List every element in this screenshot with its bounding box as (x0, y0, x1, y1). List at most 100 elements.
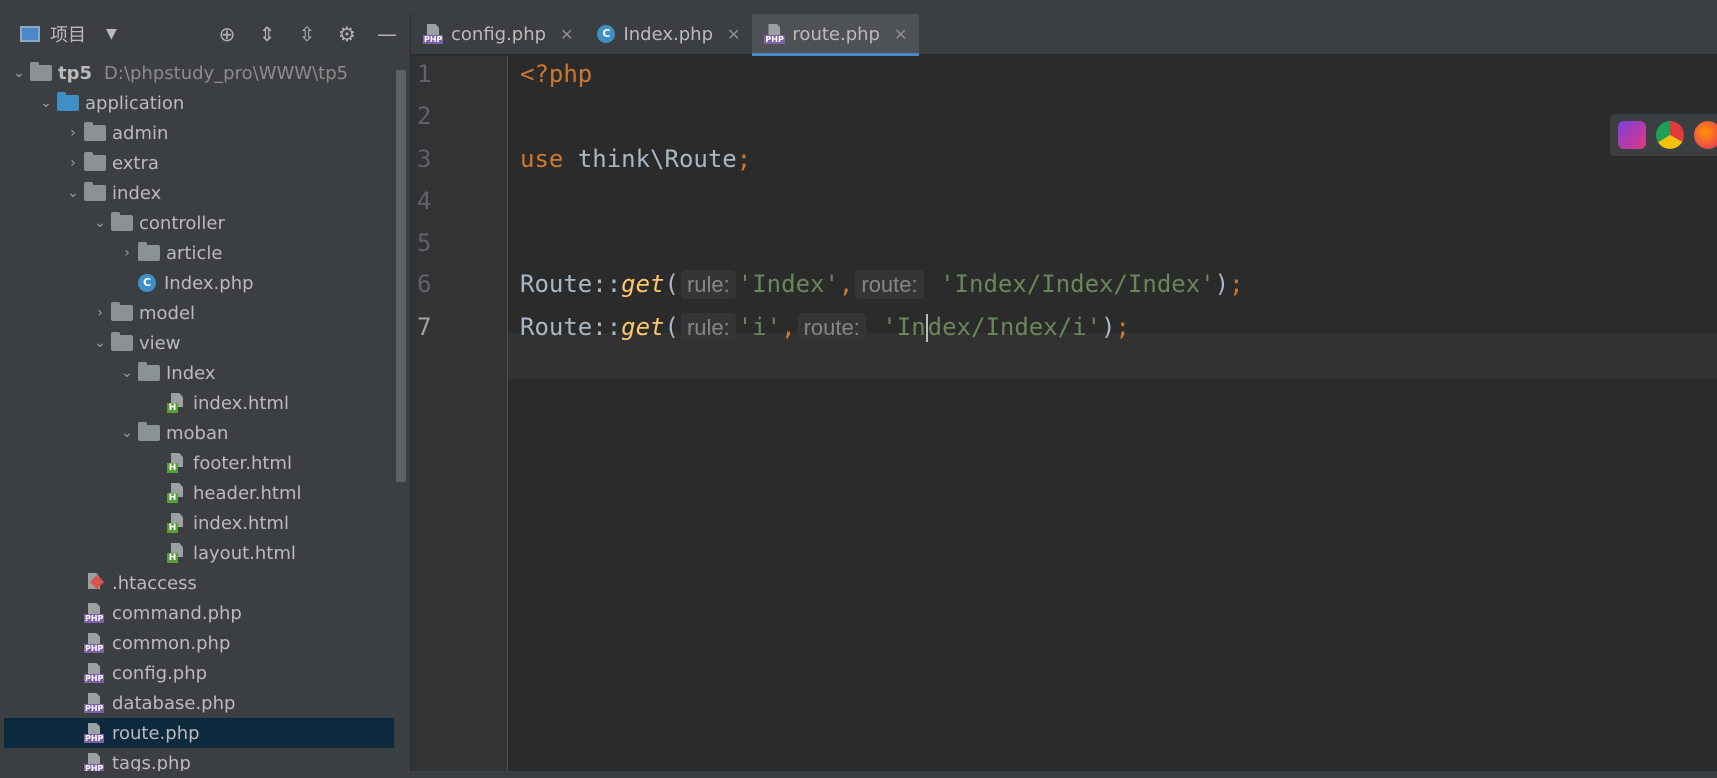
line-number[interactable]: 6 (417, 270, 443, 298)
php-file-icon (84, 723, 106, 743)
tree-item[interactable]: › model (4, 298, 394, 328)
code-line-6[interactable]: Route::get(rule: 'Index', route: 'Index/In… (520, 270, 1244, 299)
tree-item[interactable]: › extra (4, 148, 394, 178)
use-keyword: use (520, 145, 564, 173)
tree-item[interactable]: ⌄ application (4, 88, 394, 118)
gear-icon[interactable]: ⚙ (334, 22, 360, 46)
php-file-icon (84, 603, 106, 623)
chevron-down-icon[interactable]: ⌄ (62, 185, 84, 201)
tree-item-label: database.php (112, 692, 236, 714)
locate-icon[interactable]: ⊕ (214, 22, 240, 46)
chevron-right-icon[interactable]: › (62, 155, 84, 171)
line-number[interactable]: 4 (417, 187, 443, 215)
chevron-right-icon[interactable]: › (89, 305, 111, 321)
close-icon[interactable]: ✕ (560, 25, 573, 44)
editor-tab[interactable]: route.php ✕ (752, 14, 920, 56)
tree-item[interactable]: config.php (4, 658, 394, 688)
tree-item-label: .htaccess (112, 572, 197, 594)
string-arg: 'i' (737, 313, 782, 341)
editor-tab[interactable]: config.php ✕ (411, 14, 585, 54)
line-number[interactable]: 1 (417, 60, 443, 88)
chevron-right-icon[interactable]: › (116, 245, 138, 261)
semicolon: ; (1115, 313, 1130, 341)
line-number[interactable]: 7 (417, 313, 443, 341)
tree-item[interactable]: .htaccess (4, 568, 394, 598)
folder-icon (138, 422, 160, 441)
tree-item[interactable]: ⌄ Index (4, 358, 394, 388)
tree-item[interactable]: ⌄ view (4, 328, 394, 358)
chevron-down-icon[interactable]: ⌄ (8, 65, 30, 81)
folder-icon (84, 152, 106, 171)
project-icon (20, 26, 40, 42)
phpstorm-icon[interactable] (1618, 121, 1646, 149)
tree-item[interactable]: C Index.php (4, 268, 394, 298)
chevron-down-icon[interactable]: ⌄ (35, 95, 57, 111)
tree-item-label: footer.html (193, 452, 292, 474)
html-file-icon (165, 513, 187, 533)
line-number[interactable]: 3 (417, 145, 443, 173)
method-name: get (621, 313, 665, 341)
tree-item[interactable]: footer.html (4, 448, 394, 478)
firefox-icon[interactable] (1694, 121, 1717, 149)
tree-item[interactable]: › article (4, 238, 394, 268)
code-line-1[interactable]: <?php (520, 60, 592, 88)
tree-item-label: layout.html (193, 542, 296, 564)
chevron-down-icon[interactable]: ⌄ (116, 365, 138, 381)
tree-item-label: route.php (112, 722, 200, 744)
line-number[interactable]: 2 (417, 102, 443, 130)
tree-item[interactable]: index.html (4, 388, 394, 418)
comma: , (838, 270, 854, 298)
project-toolbar: ⊕ ⇕ ⇳ ⚙ — (214, 14, 400, 54)
minimize-icon[interactable]: — (374, 22, 400, 46)
tree-item[interactable]: route.php (4, 718, 394, 748)
open-paren: ( (664, 270, 679, 298)
tree-item[interactable]: › admin (4, 118, 394, 148)
tree-item-label: command.php (112, 602, 242, 624)
param-hint-rule: rule: (680, 313, 736, 342)
project-panel: 项目 ▼ ⊕ ⇕ ⇳ ⚙ — ⌄ tp5 D:\phpstudy_pro\WWW… (0, 14, 411, 771)
folder-icon (111, 212, 133, 231)
tree-item[interactable]: index.html (4, 508, 394, 538)
tree-item[interactable]: ⌄ controller (4, 208, 394, 238)
namespace: think\Route (563, 145, 737, 173)
code-editor[interactable]: <?php use think\Route; Route::get(rule: '… (508, 56, 1717, 771)
html-file-icon (165, 543, 187, 563)
tree-item[interactable]: ⌄ index (4, 178, 394, 208)
chevron-down-icon[interactable]: ⌄ (116, 425, 138, 441)
chevron-right-icon[interactable]: › (62, 125, 84, 141)
chevron-down-icon[interactable]: ⌄ (89, 215, 111, 231)
tree-root[interactable]: ⌄ tp5 D:\phpstudy_pro\WWW\tp5 (4, 58, 394, 88)
tree-item[interactable]: ⌄ moban (4, 418, 394, 448)
editor-tab[interactable]: C Index.php ✕ (585, 14, 752, 54)
close-paren: ) (1101, 313, 1116, 341)
line-number[interactable]: 5 (417, 229, 443, 257)
chevron-down-icon[interactable]: ▼ (106, 26, 117, 42)
tree-scrollbar[interactable] (396, 70, 406, 482)
tree-item[interactable]: header.html (4, 478, 394, 508)
project-panel-header[interactable]: 项目 ▼ ⊕ ⇕ ⇳ ⚙ — (0, 14, 410, 54)
code-line-7[interactable]: Route::get(rule:'i', route: 'Index/Index/… (520, 313, 1130, 342)
close-icon[interactable]: ✕ (727, 25, 740, 44)
tree-item[interactable]: command.php (4, 598, 394, 628)
html-file-icon (165, 453, 187, 473)
chrome-icon[interactable] (1656, 121, 1684, 149)
tree-item[interactable]: tags.php (4, 748, 394, 771)
tree-item-label: header.html (193, 482, 302, 504)
collapse-all-icon[interactable]: ⇳ (294, 22, 320, 46)
root-path: D:\phpstudy_pro\WWW\tp5 (104, 62, 349, 84)
tree-item[interactable]: layout.html (4, 538, 394, 568)
tree-item[interactable]: database.php (4, 688, 394, 718)
close-icon[interactable]: ✕ (894, 25, 907, 44)
php-file-icon (84, 663, 106, 683)
php-open-tag: <?php (520, 60, 593, 88)
expand-all-icon[interactable]: ⇕ (254, 22, 280, 46)
code-line-3[interactable]: use think\Route; (520, 145, 751, 173)
tab-label: route.php (792, 23, 880, 45)
class-name: Route:: (520, 313, 622, 341)
project-tree: ⌄ tp5 D:\phpstudy_pro\WWW\tp5 ⌄ applicati… (4, 58, 394, 771)
tree-item-label: index (112, 182, 162, 204)
comma: , (781, 313, 796, 341)
status-bar (0, 771, 1717, 778)
tree-item[interactable]: common.php (4, 628, 394, 658)
chevron-down-icon[interactable]: ⌄ (89, 335, 111, 351)
